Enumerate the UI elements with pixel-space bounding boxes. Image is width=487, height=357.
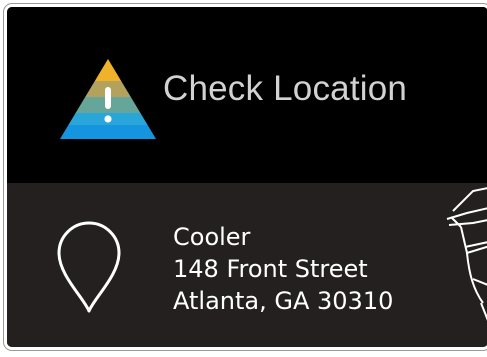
location-panel: Cooler 148 Front Street Atlanta, GA 3031… bbox=[7, 183, 487, 347]
check-location-screen: Check Location Cooler 148 Front Street A… bbox=[3, 3, 487, 351]
location-city: Atlanta, GA 30310 bbox=[173, 287, 394, 315]
alert-header: Check Location bbox=[7, 7, 487, 183]
location-address: Cooler 148 Front Street Atlanta, GA 3031… bbox=[173, 221, 393, 317]
location-street: 148 Front Street bbox=[173, 255, 368, 283]
location-name: Cooler bbox=[173, 223, 251, 251]
map-pin-icon bbox=[57, 221, 121, 313]
alert-title: Check Location bbox=[163, 69, 408, 108]
warning-triangle-icon bbox=[60, 59, 156, 139]
person-illustration-icon bbox=[446, 187, 487, 321]
